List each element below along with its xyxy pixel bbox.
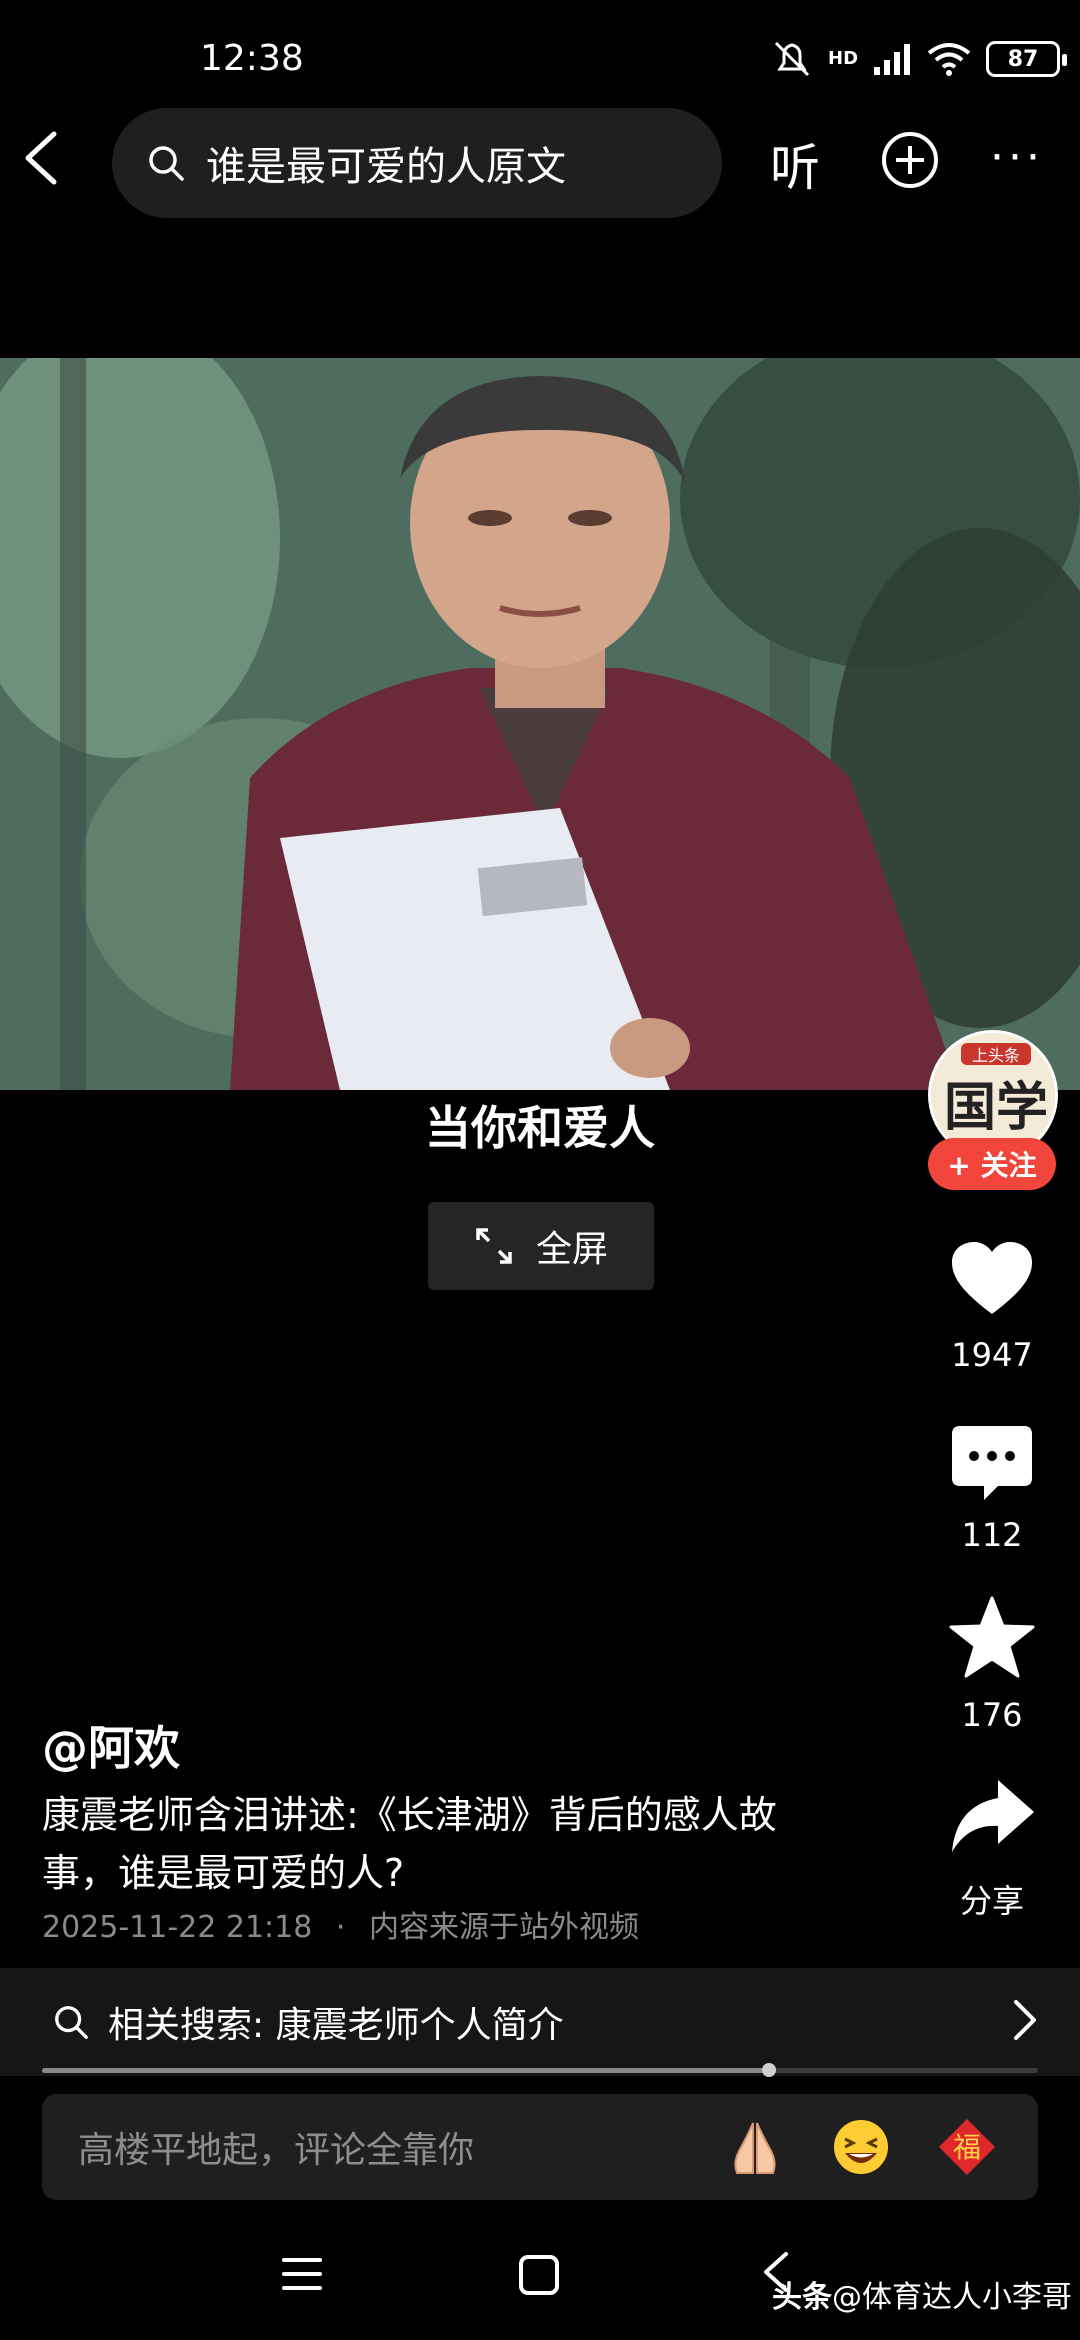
- share-label: 分享: [959, 1882, 1024, 1920]
- comment-placeholder: 高楼平地起，评论全靠你: [78, 2130, 475, 2171]
- pray-hands-icon: [734, 2122, 776, 2174]
- status-time: 12:38: [200, 38, 304, 79]
- fu-char: 福: [953, 2131, 981, 2164]
- menu-icon: [282, 2258, 322, 2290]
- hd-label: HD: [828, 48, 859, 69]
- related-search-label: 相关搜索: 康震老师个人简介: [108, 2005, 564, 2046]
- favorite-count: 176: [961, 1696, 1023, 1734]
- wifi-icon: [927, 43, 971, 76]
- fullscreen-label: 全屏: [535, 1229, 608, 1270]
- fullscreen-button[interactable]: 全屏: [428, 1202, 654, 1290]
- source-note: 内容来源于站外视频: [368, 1910, 639, 1945]
- back-button[interactable]: [20, 130, 80, 200]
- post-meta: 2025-11-22 21:18 · 内容来源于站外视频: [42, 1902, 639, 1946]
- search-icon: [55, 2006, 88, 2039]
- fu-diamond-icon: 福: [939, 2119, 995, 2175]
- video-subtitle: 当你和爱人: [425, 1101, 655, 1155]
- chevron-right-icon: [1014, 2000, 1036, 2040]
- avatar-text: 国学: [944, 1078, 1048, 1138]
- post-timestamp: 2025-11-22 21:18: [42, 1910, 313, 1945]
- share-arrow-icon: [952, 1780, 1034, 1852]
- video-player[interactable]: [0, 358, 1080, 1090]
- search-bar[interactable]: 谁是最可爱的人原文: [112, 108, 722, 218]
- watermark-handle: @体育达人小李哥: [832, 2280, 1072, 2315]
- nav-home-button[interactable]: [518, 2254, 560, 2300]
- author-name[interactable]: @阿欢: [42, 1712, 180, 1778]
- watermark-brand: 头条: [772, 2280, 832, 2315]
- like-button[interactable]: [932, 1240, 1052, 1316]
- mute-icon: [774, 41, 810, 77]
- laughing-face-icon: [834, 2120, 888, 2174]
- follow-button[interactable]: + 关注: [928, 1138, 1056, 1190]
- status-icons: HD 87: [770, 34, 1068, 84]
- expand-icon: [476, 1228, 512, 1264]
- nav-menu-button[interactable]: [280, 2254, 324, 2298]
- like-count: 1947: [951, 1336, 1033, 1374]
- comment-input[interactable]: 高楼平地起，评论全靠你 福: [42, 2094, 1038, 2200]
- favorite-button[interactable]: [932, 1596, 1052, 1680]
- fu-emoji-button[interactable]: 福: [932, 2112, 1002, 2182]
- battery-indicator: 87: [986, 41, 1068, 77]
- watermark: 头条@体育达人小李哥: [772, 2272, 1072, 2316]
- comment-button[interactable]: [932, 1424, 1052, 1504]
- square-icon: [519, 2255, 559, 2295]
- search-icon: [149, 146, 184, 181]
- progress-fill: [42, 2068, 770, 2073]
- comment-bubble-icon: [952, 1426, 1032, 1500]
- share-button[interactable]: [932, 1776, 1052, 1856]
- laugh-emoji-button[interactable]: [826, 2112, 896, 2182]
- listen-button[interactable]: 听: [770, 128, 820, 200]
- signal-icon: [874, 44, 911, 75]
- comment-count: 112: [961, 1516, 1023, 1554]
- avatar-top-text: 上头条: [972, 1046, 1020, 1065]
- related-search-bar[interactable]: 相关搜索: 康震老师个人简介: [0, 1968, 1080, 2076]
- search-query: 谁是最可爱的人原文: [206, 144, 566, 190]
- progress-thumb[interactable]: [762, 2063, 777, 2077]
- meta-separator: ·: [335, 1910, 346, 1945]
- plus-circle-icon: [882, 132, 938, 188]
- video-frame-image: [0, 358, 1080, 1090]
- chevron-left-icon: [25, 131, 57, 185]
- star-icon: [949, 1596, 1035, 1678]
- battery-level: 87: [1007, 46, 1039, 72]
- heart-icon: [952, 1242, 1032, 1314]
- more-button[interactable]: ···: [990, 132, 1044, 183]
- pray-emoji-button[interactable]: [720, 2112, 790, 2182]
- add-button[interactable]: [880, 130, 940, 190]
- post-description: 康震老师含泪讲述:《长津湖》背后的感人故事，谁是最可爱的人?: [42, 1793, 777, 1895]
